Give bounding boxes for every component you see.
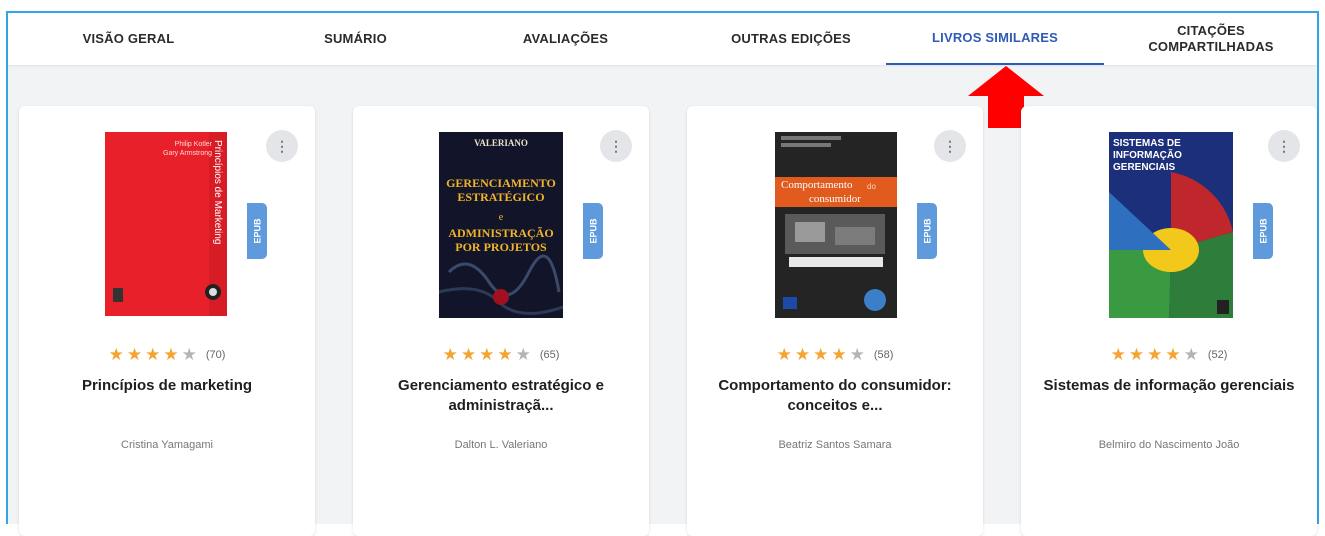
book-author: Belmiro do Nascimento João bbox=[1098, 439, 1240, 451]
star-icon: ★ bbox=[1128, 345, 1145, 364]
star-empty-icon: ★ bbox=[849, 345, 865, 364]
star-icon: ★ bbox=[497, 345, 513, 364]
rating-stars: ★ ★ ★ ★ ★ (58) bbox=[687, 345, 983, 365]
star-icon: ★ bbox=[794, 345, 811, 364]
star-icon: ★ bbox=[1147, 345, 1163, 364]
cover-line: ADMINISTRAÇÃO bbox=[448, 226, 554, 240]
tab-visao-geral[interactable]: VISÃO GERAL bbox=[26, 13, 231, 65]
cover-line: INFORMAÇÃO bbox=[1113, 150, 1182, 161]
star-icon: ★ bbox=[126, 345, 143, 364]
book-cover-image[interactable]: Comportamento do consumidor bbox=[775, 132, 897, 318]
rating-stars: ★ ★ ★ ★ ★ (70) bbox=[19, 345, 315, 365]
epub-badge: EPUB bbox=[1253, 203, 1273, 259]
book-card[interactable]: SISTEMAS DE INFORMAÇÃO GERENCIAIS EPUB ⋮… bbox=[1021, 106, 1317, 536]
cover-line: POR PROJETOS bbox=[455, 240, 547, 254]
star-icon: ★ bbox=[442, 345, 458, 364]
book-card[interactable]: Philip Kotler Gary Armstrong Princípios … bbox=[19, 106, 315, 536]
cover-line: GERENCIAMENTO bbox=[446, 176, 556, 190]
book-cover-image[interactable]: SISTEMAS DE INFORMAÇÃO GERENCIAIS bbox=[1109, 132, 1233, 318]
book-cover-image[interactable]: VALERIANO GERENCIAMENTO ESTRATÉGICO e AD… bbox=[439, 132, 563, 318]
star-icon: ★ bbox=[1110, 345, 1126, 364]
star-icon: ★ bbox=[831, 345, 847, 364]
star-icon: ★ bbox=[1165, 345, 1181, 364]
cover-title: Comportamento bbox=[781, 179, 853, 191]
cover-line: GERENCIAIS bbox=[1113, 162, 1176, 173]
tab-outras-edicoes[interactable]: OUTRAS EDIÇÕES bbox=[696, 13, 886, 65]
more-options-icon[interactable]: ⋮ bbox=[600, 130, 632, 162]
star-empty-icon: ★ bbox=[515, 345, 531, 364]
rating-stars: ★ ★ ★ ★ ★ (52) bbox=[1021, 345, 1317, 365]
more-options-icon[interactable]: ⋮ bbox=[1268, 130, 1300, 162]
tab-citacoes-compartilhadas[interactable]: CITAÇÕES COMPARTILHADAS bbox=[1126, 13, 1296, 65]
cover-author: VALERIANO bbox=[474, 138, 528, 148]
book-card[interactable]: VALERIANO GERENCIAMENTO ESTRATÉGICO e AD… bbox=[353, 106, 649, 536]
content-frame: VISÃO GERAL SUMÁRIO AVALIAÇÕES OUTRAS ED… bbox=[6, 11, 1319, 536]
star-icon: ★ bbox=[108, 345, 124, 364]
tab-bar: VISÃO GERAL SUMÁRIO AVALIAÇÕES OUTRAS ED… bbox=[8, 13, 1317, 65]
tab-livros-similares[interactable]: LIVROS SIMILARES bbox=[886, 13, 1104, 65]
star-empty-icon: ★ bbox=[181, 345, 197, 364]
rating-stars: ★ ★ ★ ★ ★ (65) bbox=[353, 345, 649, 365]
rating-count: (58) bbox=[873, 349, 894, 361]
book-title[interactable]: Comportamento do consumidor: conceitos e… bbox=[701, 376, 969, 416]
more-options-icon[interactable]: ⋮ bbox=[934, 130, 966, 162]
cover-authors: Philip Kotler Gary Armstrong bbox=[163, 141, 213, 157]
epub-badge: EPUB bbox=[247, 203, 267, 259]
book-cover-image[interactable]: Philip Kotler Gary Armstrong Princípios … bbox=[105, 132, 227, 316]
rating-count: (70) bbox=[205, 349, 226, 361]
book-title[interactable]: Princípios de marketing bbox=[33, 376, 301, 396]
tab-avaliacoes[interactable]: AVALIAÇÕES bbox=[478, 13, 653, 65]
star-icon: ★ bbox=[163, 345, 179, 364]
epub-badge: EPUB bbox=[583, 203, 603, 259]
cover-line: ESTRATÉGICO bbox=[457, 190, 545, 204]
book-title[interactable]: Gerenciamento estratégico e administraçã… bbox=[367, 376, 635, 416]
star-icon: ★ bbox=[479, 345, 495, 364]
cover-line: SISTEMAS DE bbox=[1113, 138, 1181, 149]
cover-art bbox=[775, 132, 897, 318]
book-author: Dalton L. Valeriano bbox=[454, 439, 548, 451]
rating-count: (65) bbox=[539, 349, 560, 361]
book-title[interactable]: Sistemas de informação gerenciais bbox=[1035, 376, 1303, 396]
book-author: Cristina Yamagami bbox=[121, 439, 213, 451]
cover-line: e bbox=[498, 212, 504, 223]
epub-badge: EPUB bbox=[917, 203, 937, 259]
star-icon: ★ bbox=[813, 345, 829, 364]
cover-title: consumidor bbox=[809, 193, 861, 205]
cover-art bbox=[439, 132, 563, 318]
rating-count: (52) bbox=[1207, 349, 1228, 361]
star-icon: ★ bbox=[145, 345, 161, 364]
cover-art bbox=[113, 132, 227, 316]
more-options-icon[interactable]: ⋮ bbox=[266, 130, 298, 162]
star-empty-icon: ★ bbox=[1183, 345, 1199, 364]
tab-sumario[interactable]: SUMÁRIO bbox=[268, 13, 443, 65]
cover-title: do bbox=[867, 182, 876, 191]
star-icon: ★ bbox=[776, 345, 792, 364]
book-author: Beatriz Santos Samara bbox=[778, 439, 892, 451]
cover-spine-title: Princípios de Marketing bbox=[212, 140, 223, 245]
star-icon: ★ bbox=[460, 345, 477, 364]
book-card[interactable]: Comportamento do consumidor EPUB ⋮ ★ ★ ★… bbox=[687, 106, 983, 536]
